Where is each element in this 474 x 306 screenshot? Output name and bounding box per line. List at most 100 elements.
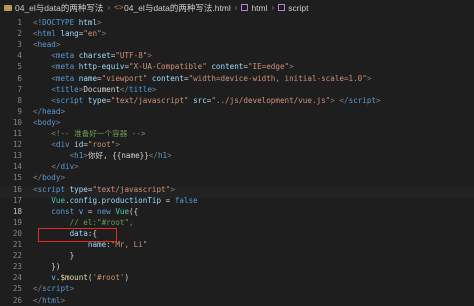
code-token: body: [42, 173, 61, 183]
code-line[interactable]: 11 <!-- 准备好一个容器 -->: [0, 128, 474, 139]
breadcrumb-node-html[interactable]: html: [241, 2, 268, 13]
code-token: name: [78, 73, 98, 83]
code-token: >: [60, 295, 66, 305]
code-token: =: [83, 206, 98, 216]
code-editor[interactable]: 1 <!DOCTYPE html> 2 <html lang="en"> 3 <head>…: [0, 15, 474, 305]
code-line[interactable]: 9 </head>: [0, 106, 474, 117]
code-token: head: [42, 106, 61, 116]
code-text: <!-- 准备好一个容器 -->: [33, 128, 145, 139]
code-token: html: [42, 295, 61, 305]
breadcrumb-node-html-label: html: [251, 2, 268, 13]
code-line[interactable]: 5 <meta http-equiv="X-UA-Compatible" con…: [0, 61, 474, 72]
code-token: meta: [55, 73, 75, 83]
code-line[interactable]: 14 </div>: [0, 161, 474, 172]
code-token: content: [211, 62, 244, 72]
code-line[interactable]: 4 <meta charset="UTF-8">: [0, 50, 474, 61]
code-line[interactable]: 23 }): [0, 261, 474, 272]
code-token: >: [97, 18, 102, 27]
code-token: head: [37, 40, 56, 50]
line-number: 24: [12, 273, 22, 283]
code-token: html: [78, 18, 98, 27]
code-token: }: [69, 251, 75, 261]
code-line[interactable]: 3 <head>: [0, 39, 474, 50]
code-text: v.$mount('#root'): [33, 272, 129, 283]
code-token: }): [51, 262, 61, 272]
code-token: title: [129, 84, 152, 94]
html-file-icon: <>: [114, 3, 124, 12]
code-line[interactable]: 19 // el:"#root",: [0, 217, 474, 228]
code-token: </: [119, 84, 130, 94]
line-number: 20: [12, 228, 22, 238]
code-token: "text/javascript": [92, 184, 171, 194]
code-token: >: [147, 51, 152, 61]
breadcrumb-folder-label: 04_el与data的两种写法: [15, 2, 104, 13]
code-token: >: [167, 151, 172, 161]
code-token: >: [55, 40, 61, 50]
line-number: 11: [12, 129, 22, 138]
code-text: </body>: [33, 172, 65, 183]
breadcrumb-file-label: 04_el与data的两种写法.html: [124, 2, 231, 13]
code-token: >: [60, 106, 66, 116]
line-number: 10: [12, 117, 22, 127]
code-line[interactable]: 25 </script>: [0, 283, 474, 294]
line-number: 6: [17, 73, 22, 83]
code-token: "UTF-8": [115, 51, 148, 61]
code-token: >: [60, 173, 66, 183]
code-line[interactable]: 8 <script type="text/javascript" src="..…: [0, 95, 474, 106]
code-line[interactable]: 22 }: [0, 250, 474, 261]
breadcrumb-node-script[interactable]: script: [278, 3, 309, 13]
code-line[interactable]: 10 <body>: [0, 117, 474, 128]
code-line[interactable]: 15 </body>: [0, 172, 474, 183]
annotation-box: [38, 228, 117, 242]
code-token: Document: [83, 84, 120, 94]
code-token: </: [33, 106, 43, 116]
line-number: 7: [17, 84, 22, 94]
code-text: <script type="text/javascript" src="../j…: [33, 95, 381, 106]
folder-icon: [4, 4, 12, 11]
code-line[interactable]: 7 <title>Document</title>: [0, 84, 474, 95]
code-line[interactable]: 13 <h1>你好, {{name}}</h1>: [0, 150, 474, 161]
code-line[interactable]: 24 v.$mount('#root'): [0, 272, 474, 283]
code-token: title: [55, 84, 79, 94]
code-line[interactable]: 16 <script type="text/javascript">: [0, 184, 474, 195]
code-token: id: [74, 140, 84, 150]
code-line[interactable]: 17 Vue.config.productionTip = false: [0, 195, 474, 206]
code-token: "root": [87, 140, 116, 150]
line-number: 17: [12, 195, 22, 205]
code-line[interactable]: 18 const v = new Vue({: [0, 206, 474, 217]
code-token: "en": [83, 29, 102, 39]
breadcrumb-file[interactable]: <> 04_el与data的两种写法.html: [114, 2, 231, 14]
line-number: 16: [12, 184, 22, 194]
code-token: </: [339, 95, 349, 105]
breadcrumb-folder[interactable]: 04_el与data的两种写法: [4, 2, 103, 14]
code-token: </: [148, 151, 158, 161]
line-number: 22: [12, 251, 22, 261]
code-token: false: [174, 195, 198, 205]
code-line[interactable]: 1 <!DOCTYPE html>: [0, 17, 474, 28]
line-number: 23: [12, 262, 22, 272]
code-token: const: [51, 206, 75, 216]
code-token: </: [33, 295, 43, 305]
code-token: >: [376, 95, 381, 105]
code-line[interactable]: 6 <meta name="viewport" content="width=d…: [0, 73, 474, 84]
code-text: <meta name="viewport" content="width=dev…: [33, 73, 371, 84]
code-token: Vue: [51, 195, 66, 205]
code-token: meta: [55, 51, 75, 61]
code-line[interactable]: 2 <html lang="en">: [0, 28, 474, 39]
code-token: script: [37, 184, 66, 194]
line-number: 25: [12, 284, 22, 294]
line-number: 12: [12, 140, 22, 150]
code-text: // el:"#root",: [33, 217, 134, 228]
code-line[interactable]: 12 <div id="root">: [0, 139, 474, 150]
code-token: lang: [60, 29, 79, 39]
code-line[interactable]: 26 </html>: [0, 295, 474, 306]
code-token: ({: [129, 206, 139, 216]
code-token: >: [289, 62, 294, 72]
